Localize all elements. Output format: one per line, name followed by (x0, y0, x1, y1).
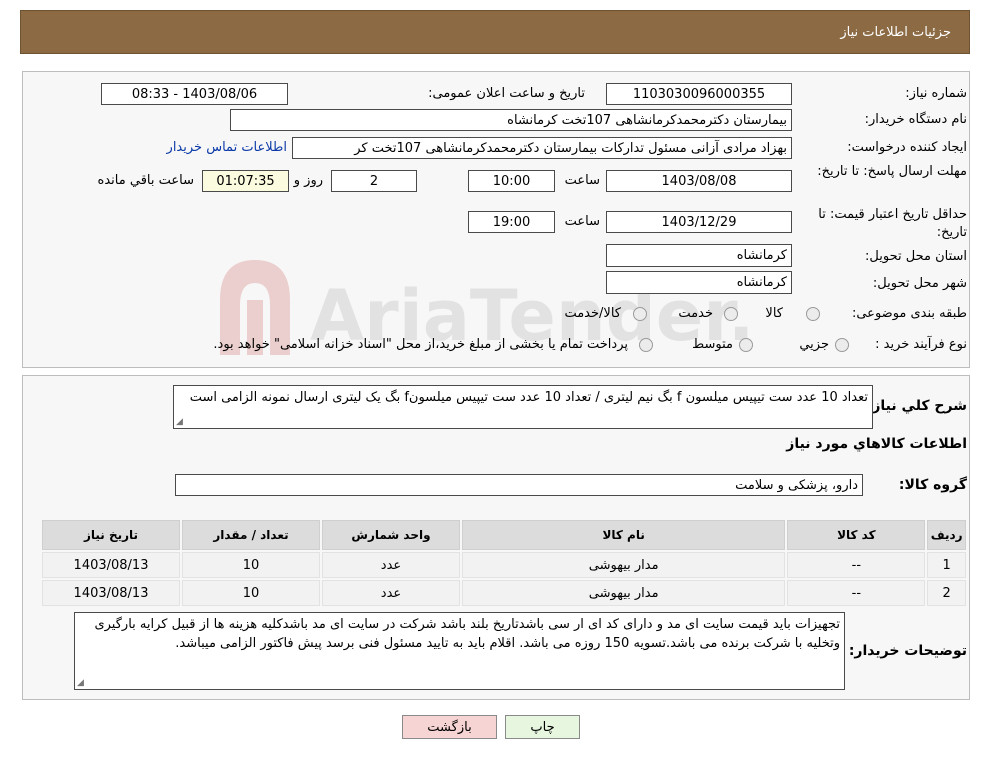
buyer-notes-textarea[interactable]: تجهیزات باید قیمت سایت ای مد و دارای کد … (74, 612, 845, 690)
price-validity-date-field: 1403/12/29 (606, 211, 792, 233)
cell-unit: عدد (322, 552, 460, 578)
cell-need-date: 1403/08/13 (42, 552, 181, 578)
process-option-minor: جزیي (799, 337, 829, 352)
price-validity-time-field: 19:00 (468, 211, 555, 233)
days-label: روز و (293, 173, 323, 188)
col-item-name: نام کالا (461, 520, 786, 550)
need-number-field: 1103030096000355 (606, 83, 792, 105)
delivery-province-label: استان محل تحویل: (865, 249, 967, 264)
back-button[interactable]: بازگشت (402, 715, 497, 739)
process-radio-minor[interactable] (835, 338, 849, 352)
buyer-notes-text: تجهیزات باید قیمت سایت ای مد و دارای کد … (94, 617, 840, 651)
description-textarea[interactable]: تعداد 10 عدد ست تیپیس میلسون f بگ نیم لی… (173, 385, 873, 429)
price-validity-label: حداقل تاریخ اعتبار قیمت: تا تاریخ: (818, 207, 967, 240)
cell-quantity: 10 (182, 580, 320, 606)
table-header-row: رديف کد کالا نام کالا واحد شمارش تعداد /… (42, 520, 966, 550)
remaining-time-field: 01:07:35 (202, 170, 289, 192)
requester-field: بهزاد مرادی آزانی مسئول تداركات بیمارستا… (292, 137, 792, 159)
cell-row-number: 2 (927, 580, 966, 606)
announce-date-field: 1403/08/06 - 08:33 (101, 83, 288, 105)
resize-handle-icon[interactable]: ◢ (176, 417, 186, 427)
remaining-time-label: ساعت باقي مانده (97, 173, 194, 188)
category-option-goods: کالا (765, 306, 783, 321)
process-option-medium: متوسط (692, 337, 733, 352)
cell-item-name: مدار بیهوشی (461, 580, 786, 606)
buyer-contact-link[interactable]: اطلاعات تماس خریدار (167, 140, 287, 155)
category-radio-goods-service[interactable] (633, 307, 647, 321)
cell-item-code: -- (787, 580, 926, 606)
response-deadline-label: مهلت ارسال پاسخ: تا تاریخ: (817, 164, 967, 179)
treasury-checkbox[interactable] (639, 338, 653, 352)
description-text: تعداد 10 عدد ست تیپیس میلسون f بگ نیم لی… (189, 390, 868, 405)
cell-item-name: مدار بیهوشی (461, 552, 786, 578)
remaining-days-field: 2 (331, 170, 417, 192)
buyer-org-field: بیمارستان دکترمحمدکرمانشاهی 107تخت کرمان… (230, 109, 792, 131)
process-radio-medium[interactable] (739, 338, 753, 352)
description-label: شرح كلي نياز: (866, 398, 967, 414)
cell-need-date: 1403/08/13 (42, 580, 181, 606)
col-row-number: رديف (927, 520, 966, 550)
goods-table: رديف کد کالا نام کالا واحد شمارش تعداد /… (40, 518, 968, 608)
response-time-label: ساعت (564, 173, 600, 188)
goods-group-field: دارو، پزشکی و سلامت (175, 474, 863, 496)
treasury-note: پرداخت تمام یا بخشی از مبلغ خرید،از محل … (213, 337, 628, 352)
price-validity-time-label: ساعت (564, 214, 600, 229)
col-need-date: تاریخ نیاز (42, 520, 181, 550)
cell-quantity: 10 (182, 552, 320, 578)
goods-section-title: اطلاعات کالاهاي مورد نياز (786, 436, 967, 452)
page-title: جزئیات اطلاعات نیاز (840, 24, 951, 40)
col-quantity: تعداد / مقدار (182, 520, 320, 550)
category-option-goods-service: کالا/خدمت (564, 306, 621, 321)
category-label: طبقه بندی موضوعی: (851, 306, 967, 321)
response-time-field: 10:00 (468, 170, 555, 192)
cell-row-number: 1 (927, 552, 966, 578)
col-unit: واحد شمارش (322, 520, 460, 550)
requester-label: ایجاد کننده درخواست: (847, 140, 967, 155)
print-button[interactable]: چاپ (505, 715, 580, 739)
announce-date-label: تاریخ و ساعت اعلان عمومی: (428, 86, 585, 101)
resize-handle-icon[interactable]: ◢ (77, 678, 87, 688)
category-radio-goods[interactable] (806, 307, 820, 321)
response-date-field: 1403/08/08 (606, 170, 792, 192)
cell-unit: عدد (322, 580, 460, 606)
table-row: 1 -- مدار بیهوشی عدد 10 1403/08/13 (42, 552, 966, 578)
category-option-service: خدمت (678, 306, 713, 321)
process-label: نوع فرآیند خرید : (875, 337, 967, 352)
col-item-code: کد کالا (787, 520, 926, 550)
delivery-province-field: کرمانشاه (606, 244, 792, 267)
delivery-city-field: کرمانشاه (606, 271, 792, 294)
delivery-city-label: شهر محل تحویل: (872, 276, 967, 291)
category-radio-service[interactable] (724, 307, 738, 321)
table-row: 2 -- مدار بیهوشی عدد 10 1403/08/13 (42, 580, 966, 606)
need-number-label: شماره نیاز: (905, 86, 967, 101)
buyer-org-label: نام دستگاه خریدار: (864, 112, 967, 127)
page-header: جزئیات اطلاعات نیاز (20, 10, 970, 54)
buyer-notes-label: توضیحات خریدار: (848, 643, 967, 659)
cell-item-code: -- (787, 552, 926, 578)
goods-group-label: گروه کالا: (898, 477, 967, 493)
